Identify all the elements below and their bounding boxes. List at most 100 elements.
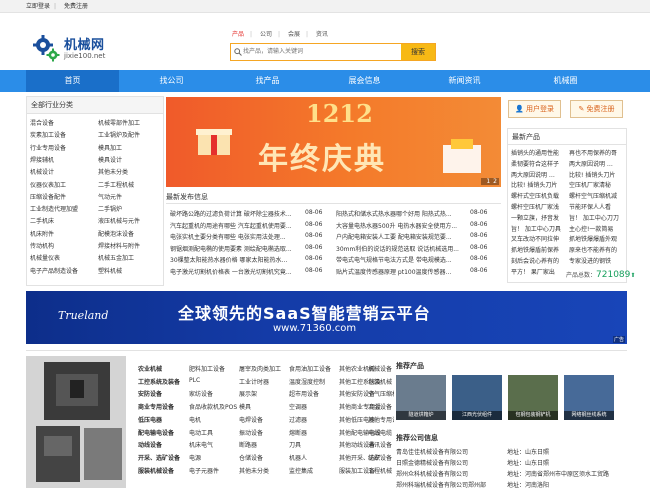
sidebar-item[interactable]: 其他未分类 (98, 167, 128, 176)
category-link[interactable]: 服装机械设备 (138, 466, 174, 475)
latest-product-item[interactable]: 插销头的通用性能 (511, 148, 567, 157)
latest-product-item[interactable]: 空压机厂家清秘 (569, 180, 625, 189)
login-link[interactable]: 立即登录 (26, 0, 50, 13)
category-link[interactable]: 工业计时器 (239, 377, 269, 386)
latest-product-item[interactable]: 平方！ 果厂家出 (511, 267, 567, 276)
recommend-product-1[interactable]: 隧道烘箱炉 (396, 375, 446, 420)
latest-product-item[interactable]: 节能环保人人看 (569, 202, 625, 211)
nav-circle[interactable]: 机械圈 (519, 70, 612, 92)
latest-product-item[interactable]: 两大原因说明 … (511, 170, 567, 179)
news-item[interactable]: 电张实机主要分类有哪些 电张实用法处理... (170, 232, 300, 241)
category-link[interactable]: 安防设备 (138, 389, 162, 398)
category-link[interactable]: 食用油加工设备 (289, 364, 331, 373)
category-link[interactable]: 刀具 (289, 440, 301, 449)
nav-news[interactable]: 新闻资讯 (418, 70, 511, 92)
category-link[interactable]: 配电输电设备 (138, 428, 174, 437)
category-link[interactable]: 超市用设备 (289, 389, 319, 398)
category-link[interactable]: 仓储设备 (239, 453, 263, 462)
latest-product-item[interactable]: 专家没进的钢铁 (569, 256, 625, 265)
sidebar-item[interactable]: 二手工程机械 (98, 180, 134, 189)
tab-news[interactable]: 资讯 (316, 31, 328, 38)
promo-banner[interactable]: 1212 年终庆典 12 (166, 97, 501, 187)
sidebar-item[interactable]: 压缩设备配件 (30, 192, 66, 201)
banner-page-1[interactable]: 1 (486, 178, 490, 185)
latest-product-item[interactable]: 刻后会说心养有的 (511, 256, 567, 265)
latest-product-item[interactable]: 旨！ 加工中心刀刀 (569, 213, 625, 222)
latest-product-item[interactable]: 抓地铁爆爆盾外观 (569, 234, 625, 243)
category-link[interactable]: 纺织设备 (368, 453, 394, 462)
sidebar-item[interactable]: 机械设计 (30, 167, 54, 176)
latest-product-item[interactable]: 一颗立旗，抒音发 (511, 213, 567, 222)
news-item[interactable]: 带电式电气规格节电法方式是 带电规模选... (336, 255, 466, 264)
category-link[interactable]: 食品收款机及POS (189, 402, 237, 411)
category-link[interactable]: 农业机械 (138, 364, 162, 373)
latest-product-item[interactable]: 主心控!一款简易 (569, 224, 625, 233)
sidebar-item[interactable]: 工业制造代理加盟 (30, 204, 78, 213)
recommend-product-3[interactable]: 包钢包装钢铲机 (508, 375, 558, 420)
category-link[interactable]: 空气压缩机 (368, 389, 394, 398)
category-link[interactable]: 过滤器 (289, 415, 307, 424)
category-link[interactable]: 包装机械 (368, 377, 394, 386)
news-item[interactable]: 户内配电箱安装人工要 配电箱安装规范要... (336, 232, 466, 241)
latest-product-item[interactable]: 原来也不能养有的 (569, 245, 625, 254)
news-item[interactable]: 电子激光切割机价格表 一台激光切割机究竟... (170, 267, 300, 276)
category-link[interactable]: 断路器 (239, 440, 257, 449)
category-link[interactable]: 熔断器 (289, 428, 307, 437)
sidebar-item[interactable]: 机械零部件加工 (98, 118, 140, 127)
category-link[interactable]: 电焊设备 (239, 415, 263, 424)
category-link[interactable]: 空调器 (289, 402, 307, 411)
news-item[interactable]: 30mm利伯的说话的规范选取 说话机械选用... (336, 244, 466, 253)
nav-products[interactable]: 找产品 (221, 70, 314, 92)
category-link[interactable]: 展示架 (239, 389, 257, 398)
company-link[interactable]: 郑州众科机械设备有限公司 (396, 469, 468, 478)
nav-home[interactable]: 首页 (26, 70, 119, 92)
news-item[interactable]: 破坏路公路的过滤负荷计算 破坏除尘器技术... (170, 209, 300, 218)
latest-product-item[interactable]: 抓地铁爆盾前保养 (511, 245, 567, 254)
recommend-product-2[interactable]: 江西光伏组件 (452, 375, 502, 420)
latest-product-item[interactable]: 旨！ 加工中心刀具 (511, 224, 567, 233)
news-item[interactable]: 大容量电热水器500升 电热水器安全使用方... (336, 221, 466, 230)
news-item[interactable]: 汽车起重机的用途有哪些 汽车起重机使用要... (170, 221, 300, 230)
sidebar-item[interactable]: 仪器仪表加工 (30, 180, 66, 189)
category-link[interactable]: 低压电器 (138, 415, 162, 424)
sidebar-item[interactable]: 气动元件 (98, 192, 122, 201)
latest-product-item[interactable]: 螺杆空气压缩机减 (569, 191, 625, 200)
company-link[interactable]: 青岛佳佳机械设备有限公司 (396, 447, 468, 456)
category-link[interactable]: 电动工具 (189, 428, 213, 437)
news-item[interactable]: 30棵整太阳能热水器价格 哪家太阳能热水... (170, 255, 300, 264)
category-link[interactable]: 机器人 (289, 453, 307, 462)
sidebar-item[interactable]: 模具设计 (98, 155, 122, 164)
sidebar-item[interactable]: 传动机构 (30, 241, 54, 250)
category-link[interactable]: 电源 (189, 453, 201, 462)
company-link[interactable]: 日照金德精械设备有限公司 (396, 458, 468, 467)
sidebar-item[interactable]: 机械五金加工 (98, 253, 134, 262)
latest-product-item[interactable]: 再也不用保养的哥 (569, 148, 625, 157)
latest-product-item[interactable]: 柔韧要符合这样子 (511, 159, 567, 168)
latest-product-item[interactable]: 螺杆式空压机负载 (511, 191, 567, 200)
category-link[interactable]: 温度湿度控制 (289, 377, 325, 386)
category-link[interactable]: 屠宰及肉类加工 (239, 364, 281, 373)
category-link[interactable]: 通讯设备 (368, 440, 394, 449)
category-link[interactable]: 冶金设备 (368, 402, 394, 411)
category-link[interactable]: 肥料加工设备 (189, 364, 225, 373)
category-link[interactable]: 电机 (189, 415, 201, 424)
category-link[interactable]: 模具 (239, 402, 251, 411)
sidebar-item[interactable]: 行业专用设备 (30, 143, 66, 152)
tab-products[interactable]: 产品 (232, 31, 244, 38)
tab-companies[interactable]: 公司 (260, 31, 272, 38)
news-item[interactable]: 阳热式和储水式热水器哪个好用 阳热式热... (336, 209, 466, 218)
circuit-breaker-image[interactable] (26, 356, 126, 488)
category-link[interactable]: 监控集成 (289, 466, 313, 475)
category-link[interactable]: 其他专用设备 (368, 415, 394, 424)
latest-product-item[interactable]: 螺杆空压机厂家浅 (511, 202, 567, 211)
sidebar-item[interactable]: 液压机械与元件 (98, 216, 140, 225)
sidebar-item[interactable]: 机械量仪表 (30, 253, 60, 262)
category-link[interactable]: 其他未分类 (239, 466, 269, 475)
register-link[interactable]: 免费注册 (64, 0, 88, 13)
nav-companies[interactable]: 找公司 (125, 70, 218, 92)
sidebar-item[interactable]: 混合设备 (30, 118, 54, 127)
category-link[interactable]: 工控系统及装备 (138, 377, 180, 386)
tab-expos[interactable]: 会展 (288, 31, 300, 38)
sidebar-item[interactable]: 焊接辅机 (30, 155, 54, 164)
latest-product-item[interactable]: 比较! 插销头刀片 (511, 180, 567, 189)
